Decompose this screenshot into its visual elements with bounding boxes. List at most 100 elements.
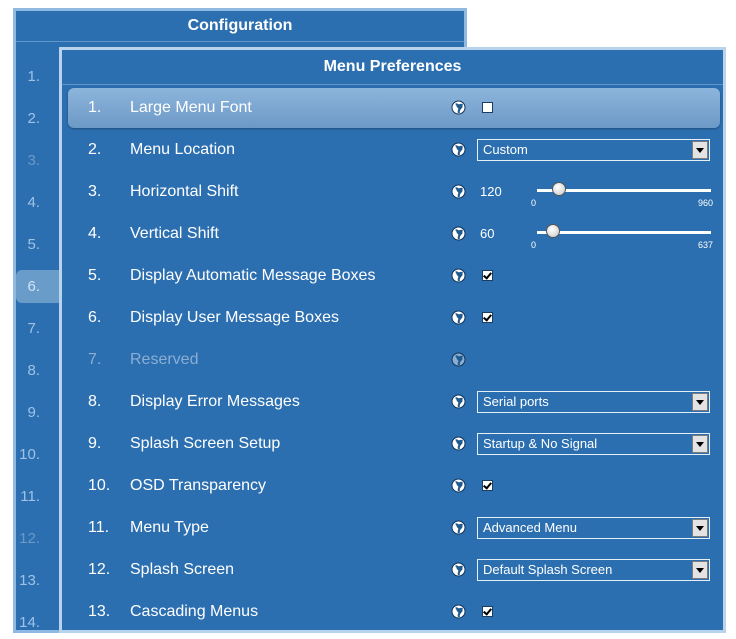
slider-thumb[interactable] (546, 224, 560, 238)
menu-preferences-title: Menu Preferences (62, 50, 723, 85)
preference-label: Display Automatic Message Boxes (130, 267, 376, 284)
preference-number: 13. (88, 603, 111, 620)
slider-track[interactable] (537, 231, 711, 234)
configuration-title: Configuration (16, 11, 464, 42)
chevron-down-icon[interactable] (692, 435, 708, 453)
slider-min-label: 0 (531, 198, 537, 208)
preference-number: 11. (88, 519, 110, 536)
preference-row[interactable]: 12. Splash Screen Default Splash Screen (68, 550, 720, 590)
preference-row[interactable]: 1. Large Menu Font (68, 88, 720, 128)
preference-slider[interactable]: 0 637 (529, 224, 713, 252)
preference-checkbox[interactable] (482, 102, 493, 113)
preference-row[interactable]: 13. Cascading Menus (68, 592, 720, 632)
preference-label: Splash Screen Setup (130, 435, 281, 452)
dropdown-value: Advanced Menu (483, 520, 577, 535)
configuration-row-number[interactable]: 12. (16, 522, 60, 555)
preference-label: Display Error Messages (130, 393, 300, 410)
chevron-down-icon[interactable] (692, 561, 708, 579)
globe-icon (451, 142, 466, 157)
preference-checkbox[interactable] (482, 606, 493, 617)
preference-label: Horizontal Shift (130, 183, 239, 200)
configuration-row-number[interactable]: 6. (16, 270, 60, 303)
preference-row[interactable]: 10. OSD Transparency (68, 466, 720, 506)
preference-number: 10. (88, 477, 111, 494)
slider-value: 120 (480, 184, 502, 199)
configuration-row-number[interactable]: 3. (16, 144, 60, 177)
preference-label: Menu Location (130, 141, 235, 158)
slider-thumb[interactable] (552, 182, 566, 196)
dropdown-value: Custom (483, 142, 528, 157)
slider-value: 60 (480, 226, 495, 241)
configuration-row-number[interactable]: 10. (16, 438, 60, 471)
preference-number: 7. (88, 351, 102, 368)
globe-icon (451, 352, 466, 367)
slider-max-label: 637 (697, 240, 713, 250)
preference-number: 3. (88, 183, 102, 200)
preference-number: 9. (88, 435, 102, 452)
preference-row[interactable]: 4. Vertical Shift 60 0 637 (68, 214, 720, 254)
preference-label: Menu Type (130, 519, 209, 536)
configuration-row-number[interactable]: 2. (16, 102, 60, 135)
configuration-row-number[interactable]: 11. (16, 480, 60, 513)
preference-row[interactable]: 6. Display User Message Boxes (68, 298, 720, 338)
preference-row[interactable]: 11. Menu Type Advanced Menu (68, 508, 720, 548)
configuration-row-number[interactable]: 4. (16, 186, 60, 219)
preference-row: 7. Reserved (68, 340, 720, 380)
preference-label: Large Menu Font (130, 99, 252, 116)
preference-dropdown[interactable]: Custom (477, 139, 710, 161)
preference-checkbox[interactable] (482, 480, 493, 491)
preference-label: Vertical Shift (130, 225, 219, 242)
globe-icon (451, 520, 466, 535)
preference-row[interactable]: 5. Display Automatic Message Boxes (68, 256, 720, 296)
preference-label: Reserved (130, 351, 199, 368)
preference-number: 12. (88, 561, 111, 578)
slider-max-label: 960 (697, 198, 713, 208)
configuration-row-number[interactable]: 14. (16, 606, 60, 639)
configuration-row-number[interactable]: 1. (16, 60, 60, 93)
chevron-down-icon[interactable] (692, 393, 708, 411)
preference-number: 1. (88, 99, 102, 116)
dropdown-value: Default Splash Screen (483, 562, 613, 577)
configuration-row-number[interactable]: 7. (16, 312, 60, 345)
preference-number: 5. (88, 267, 102, 284)
preference-label: OSD Transparency (130, 477, 267, 494)
globe-icon (451, 268, 466, 283)
dropdown-value: Serial ports (483, 394, 549, 409)
globe-icon (451, 562, 466, 577)
preference-number: 6. (88, 309, 102, 326)
globe-icon (451, 436, 466, 451)
globe-icon (451, 184, 466, 199)
globe-icon (451, 478, 466, 493)
preference-row[interactable]: 2. Menu Location Custom (68, 130, 720, 170)
preference-row[interactable]: 9. Splash Screen Setup Startup & No Signal (68, 424, 720, 464)
preference-dropdown[interactable]: Default Splash Screen (477, 559, 710, 581)
configuration-row-number[interactable]: 8. (16, 354, 60, 387)
chevron-down-icon[interactable] (692, 519, 708, 537)
preference-dropdown[interactable]: Advanced Menu (477, 517, 710, 539)
preference-number: 8. (88, 393, 102, 410)
menu-preferences-window: Menu Preferences 1. Large Menu Font 2. Menu… (59, 47, 726, 633)
dropdown-value: Startup & No Signal (483, 436, 598, 451)
preference-label: Cascading Menus (130, 603, 259, 620)
preference-number: 4. (88, 225, 102, 242)
configuration-row-number[interactable]: 5. (16, 228, 60, 261)
preference-dropdown[interactable]: Startup & No Signal (477, 433, 710, 455)
preference-row[interactable]: 8. Display Error Messages Serial ports (68, 382, 720, 422)
preference-dropdown[interactable]: Serial ports (477, 391, 710, 413)
globe-icon (451, 310, 466, 325)
globe-icon (451, 226, 466, 241)
preference-label: Display User Message Boxes (130, 309, 339, 326)
preference-number: 2. (88, 141, 102, 158)
preference-slider[interactable]: 0 960 (529, 182, 713, 210)
globe-icon (451, 394, 466, 409)
preference-checkbox[interactable] (482, 312, 493, 323)
globe-icon (451, 604, 466, 619)
preference-row[interactable]: 3. Horizontal Shift 120 0 960 (68, 172, 720, 212)
slider-min-label: 0 (531, 240, 537, 250)
preference-label: Splash Screen (130, 561, 235, 578)
preference-checkbox[interactable] (482, 270, 493, 281)
chevron-down-icon[interactable] (692, 141, 708, 159)
configuration-row-number[interactable]: 9. (16, 396, 60, 429)
globe-icon (451, 100, 466, 115)
configuration-row-number[interactable]: 13. (16, 564, 60, 597)
